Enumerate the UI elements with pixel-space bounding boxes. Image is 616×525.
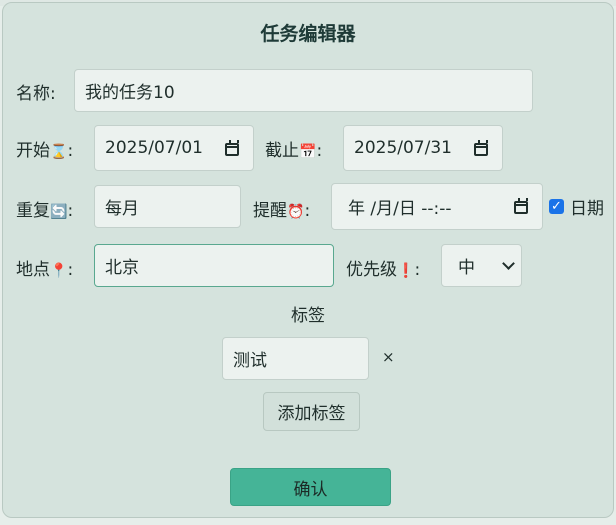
tags-heading: 标签 (291, 306, 325, 326)
due-date-input[interactable]: 2025/07/31 (343, 125, 503, 171)
calendar-picker-icon[interactable] (514, 198, 528, 214)
location-input[interactable]: 北京 (94, 244, 334, 287)
name-label: 名称: (16, 84, 56, 104)
repeat-icon: 🔄 (50, 204, 68, 220)
priority-label: 优先级❗: (346, 260, 421, 280)
alarm-clock-icon: ⏰ (287, 204, 305, 220)
reminder-datetime-input[interactable]: 年 /月/日 --:-- (331, 183, 543, 230)
repeat-input-value: 每月 (105, 199, 139, 219)
reminder-label: 提醒⏰: (253, 201, 311, 221)
start-date-value: 2025/07/01 (105, 138, 203, 158)
dialog-title: 任务编辑器 (260, 23, 356, 45)
location-input-value: 北京 (105, 258, 139, 278)
pin-icon: 📍 (50, 263, 68, 279)
calendar-picker-icon[interactable] (225, 140, 239, 156)
repeat-label: 重复🔄: (16, 201, 74, 221)
add-tag-button[interactable]: 添加标签 (263, 392, 360, 431)
tag-remove-button[interactable]: × (382, 348, 395, 366)
chevron-down-icon (502, 257, 515, 270)
repeat-input[interactable]: 每月 (94, 185, 241, 228)
start-label: 开始⌛: (16, 141, 74, 161)
location-label: 地点📍: (16, 260, 74, 280)
confirm-button[interactable]: 确认 (230, 468, 391, 506)
calendar-picker-icon[interactable] (474, 140, 488, 156)
name-input[interactable]: 我的任务10 (74, 69, 533, 112)
tag-input[interactable]: 测试 (222, 337, 369, 380)
date-only-label: 日期 (570, 199, 604, 219)
exclamation-icon: ❗ (397, 263, 415, 279)
priority-select[interactable]: 中 (441, 244, 522, 287)
priority-select-value: 中 (458, 258, 475, 278)
name-input-value: 我的任务10 (85, 83, 175, 103)
hourglass-icon: ⌛ (50, 144, 68, 160)
date-only-checkbox[interactable]: ✓ (549, 199, 564, 214)
task-editor-dialog: 任务编辑器 名称: 我的任务10 开始⌛: 2025/07/01 截止📅: 20… (2, 2, 614, 518)
due-date-value: 2025/07/31 (354, 138, 452, 158)
calendar-emoji-icon: 📅 (299, 144, 317, 160)
tag-input-value: 测试 (233, 351, 267, 371)
start-date-input[interactable]: 2025/07/01 (94, 125, 254, 171)
reminder-datetime-value: 年 /月/日 --:-- (348, 199, 452, 219)
due-label: 截止📅: (265, 141, 323, 161)
